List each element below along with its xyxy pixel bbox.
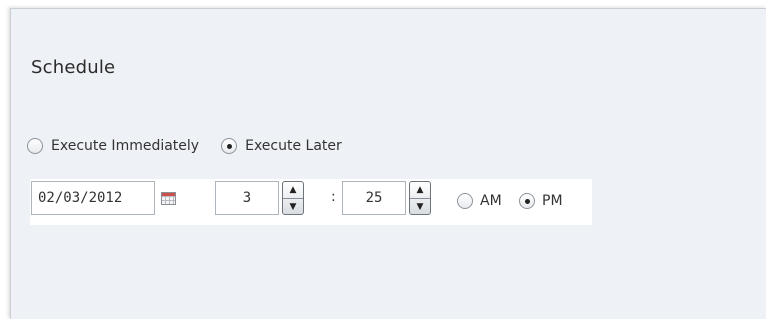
schedule-panel: Schedule Execute Immediately Execute Lat…: [10, 8, 766, 319]
execution-options: Execute Immediately Execute Later: [27, 138, 342, 154]
hour-spinner[interactable]: ▲ ▼: [282, 181, 304, 215]
minute-down-arrow-icon[interactable]: ▼: [410, 199, 430, 214]
section-title: Schedule: [31, 57, 116, 78]
execute-immediately-label[interactable]: Execute Immediately: [51, 138, 199, 154]
minute-spinner[interactable]: ▲ ▼: [409, 181, 431, 215]
am-label[interactable]: AM: [480, 193, 502, 209]
minute-up-arrow-icon[interactable]: ▲: [410, 182, 430, 199]
date-input[interactable]: 02/03/2012: [31, 181, 155, 215]
calendar-icon[interactable]: [161, 192, 176, 205]
execute-later-label[interactable]: Execute Later: [245, 138, 342, 154]
am-radio[interactable]: [457, 193, 473, 209]
am-option: AM: [457, 193, 502, 209]
execute-immediately-radio[interactable]: [27, 138, 43, 154]
pm-radio[interactable]: [519, 193, 535, 209]
pm-label[interactable]: PM: [542, 193, 563, 209]
pm-option: PM: [519, 193, 563, 209]
minute-input[interactable]: 25: [342, 181, 406, 215]
time-separator: :: [331, 189, 336, 205]
hour-up-arrow-icon[interactable]: ▲: [283, 182, 303, 199]
hour-down-arrow-icon[interactable]: ▼: [283, 199, 303, 214]
hour-input[interactable]: 3: [215, 181, 279, 215]
execute-later-radio[interactable]: [221, 138, 238, 154]
